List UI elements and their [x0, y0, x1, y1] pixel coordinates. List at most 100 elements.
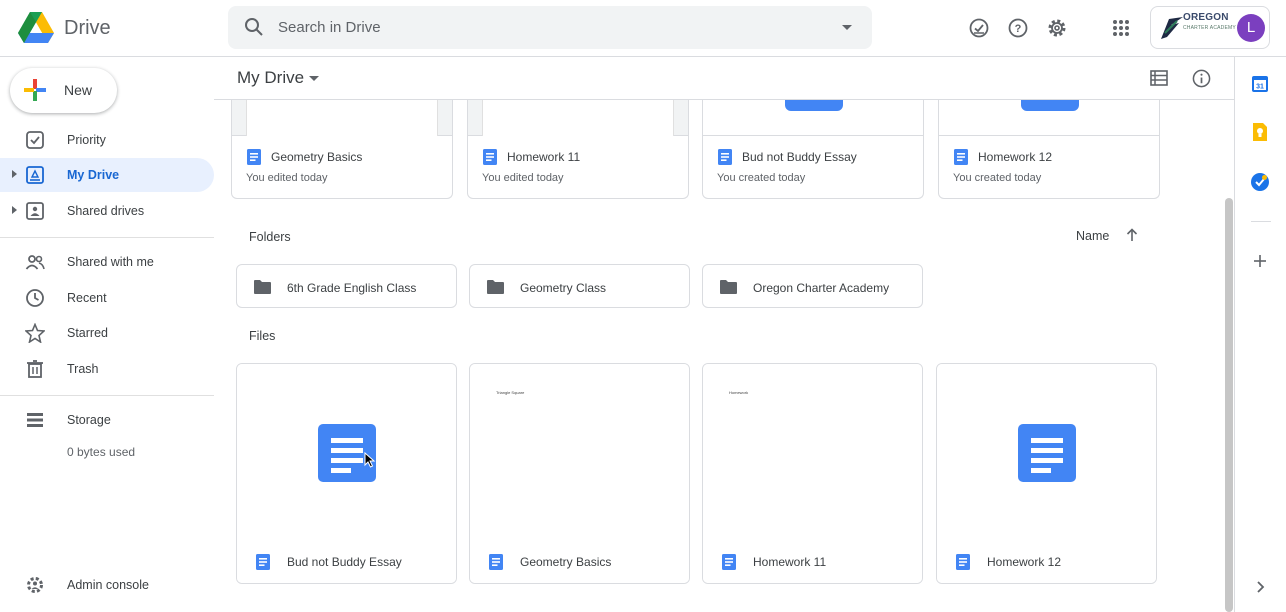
sidebar-item-priority[interactable]: Priority — [0, 123, 214, 157]
svg-text:31: 31 — [1256, 84, 1264, 91]
file-name: Homework 11 — [507, 150, 581, 164]
file-activity: You created today — [717, 172, 806, 184]
scrollbar-thumb[interactable] — [1225, 198, 1233, 612]
star-icon — [25, 323, 45, 343]
sidebar-item-starred[interactable]: Starred — [0, 316, 214, 350]
sidebar-item-label: Priority — [67, 133, 106, 147]
folder-name: Oregon Charter Academy — [753, 281, 890, 295]
sidebar-item-trash[interactable]: Trash — [0, 352, 214, 386]
clock-icon — [26, 289, 44, 307]
shared-drives-icon — [26, 202, 44, 220]
plus-icon[interactable] — [1250, 251, 1270, 271]
top-bar: Drive ? OREGON CHARTER AC — [0, 0, 1286, 57]
chevron-down-icon[interactable] — [309, 76, 319, 81]
file-thumbnail — [468, 100, 688, 136]
sidebar-item-shared-with-me[interactable]: Shared with me — [0, 245, 214, 279]
file-name: Bud not Buddy Essay — [742, 150, 857, 164]
file-thumbnail — [232, 100, 452, 136]
search-icon[interactable] — [244, 17, 264, 37]
sidebar-item-admin-console[interactable]: Admin console — [0, 568, 214, 602]
file-preview — [937, 364, 1156, 539]
sidebar-item-label: Storage — [67, 413, 111, 427]
google-docs-icon — [247, 149, 261, 165]
sidebar-item-recent[interactable]: Recent — [0, 281, 214, 315]
storage-icon — [27, 413, 43, 427]
file-card[interactable]: Bud not Buddy Essay — [236, 363, 457, 584]
new-button[interactable]: New — [10, 68, 117, 113]
info-icon[interactable] — [1192, 69, 1211, 88]
sidebar-item-label: Starred — [67, 326, 108, 340]
chevron-right-icon[interactable] — [1250, 577, 1270, 597]
sidebar-item-my-drive[interactable]: My Drive — [0, 158, 214, 192]
sidebar-item-storage[interactable]: Storage — [0, 403, 214, 437]
file-preview: Homework — [703, 364, 922, 539]
organization-name: OREGON — [1183, 12, 1229, 23]
storage-usage-text: 0 bytes used — [67, 445, 136, 459]
app-name: Drive — [64, 16, 111, 39]
folder-icon — [720, 280, 737, 294]
my-drive-icon — [26, 166, 44, 184]
shared-with-me-icon — [25, 255, 45, 270]
mouse-cursor-icon — [364, 452, 376, 468]
file-preview — [237, 364, 456, 539]
list-view-icon[interactable] — [1150, 70, 1168, 86]
google-docs-icon — [718, 149, 732, 165]
file-name: Geometry Basics — [520, 555, 612, 569]
quick-access-card[interactable]: Homework 12 You created today — [938, 100, 1160, 199]
folders-section-label: Folders — [249, 230, 291, 244]
folder-icon — [487, 280, 504, 294]
quick-access-card[interactable]: Bud not Buddy Essay You created today — [702, 100, 924, 199]
sidebar-item-label: Shared drives — [67, 204, 145, 218]
page-title[interactable]: My Drive — [237, 68, 304, 88]
file-activity: You created today — [953, 172, 1042, 184]
file-name: Homework 12 — [987, 555, 1062, 569]
file-card[interactable]: Homework 12 — [936, 363, 1157, 584]
file-name: Homework 12 — [978, 150, 1053, 164]
arrow-up-icon[interactable] — [1124, 227, 1140, 243]
file-name: Homework 11 — [753, 555, 827, 569]
ready-for-offline-icon[interactable] — [968, 17, 990, 39]
sidebar-divider — [0, 395, 214, 396]
drive-logo[interactable]: Drive — [18, 12, 111, 44]
files-section-label: Files — [249, 329, 276, 343]
search-options-dropdown-icon[interactable] — [842, 25, 852, 30]
help-icon[interactable]: ? — [1007, 17, 1029, 39]
tasks-icon[interactable] — [1250, 172, 1270, 192]
apps-grid-icon[interactable] — [1110, 17, 1132, 39]
svg-text:?: ? — [1015, 23, 1022, 35]
file-card[interactable]: Triangle Square Geometry Basics — [469, 363, 690, 584]
search-bar[interactable] — [228, 6, 872, 49]
priority-icon — [26, 131, 44, 149]
quick-access-card[interactable]: Homework 11 You edited today — [467, 100, 689, 199]
sidebar-item-label: My Drive — [67, 168, 120, 182]
calendar-icon[interactable]: 31 — [1250, 74, 1270, 94]
search-input[interactable] — [278, 6, 818, 49]
google-docs-icon — [489, 554, 503, 570]
sidebar-item-label: Trash — [67, 362, 99, 376]
avatar[interactable]: L — [1237, 14, 1265, 42]
sort-by-name-button[interactable]: Name — [1076, 229, 1109, 243]
account-switcher[interactable]: OREGON CHARTER ACADEMY L — [1150, 6, 1270, 49]
sidebar-item-label: Recent — [67, 291, 107, 305]
expand-arrow-icon[interactable] — [12, 206, 17, 214]
sidebar-item-shared-drives[interactable]: Shared drives — [0, 194, 214, 228]
file-card[interactable]: Homework Homework 11 — [702, 363, 923, 584]
keep-icon[interactable] — [1250, 122, 1270, 142]
admin-console-icon — [27, 577, 43, 593]
folder-item[interactable]: Geometry Class — [469, 264, 690, 308]
folder-item[interactable]: Oregon Charter Academy — [702, 264, 923, 308]
sidebar-item-label: Admin console — [67, 578, 149, 592]
sidebar-divider — [0, 237, 214, 238]
google-docs-icon — [954, 149, 968, 165]
preview-text: Homework — [729, 390, 749, 395]
organization-subname: CHARTER ACADEMY — [1183, 25, 1236, 31]
quick-access-card[interactable]: Geometry Basics You edited today — [231, 100, 453, 199]
file-activity: You edited today — [482, 172, 564, 184]
folder-name: Geometry Class — [520, 281, 607, 295]
google-docs-large-icon — [1018, 424, 1076, 482]
settings-icon[interactable] — [1046, 17, 1068, 39]
preview-text: Triangle Square — [496, 390, 525, 395]
folder-item[interactable]: 6th Grade English Class — [236, 264, 457, 308]
new-button-label: New — [64, 82, 93, 98]
expand-arrow-icon[interactable] — [12, 170, 17, 178]
